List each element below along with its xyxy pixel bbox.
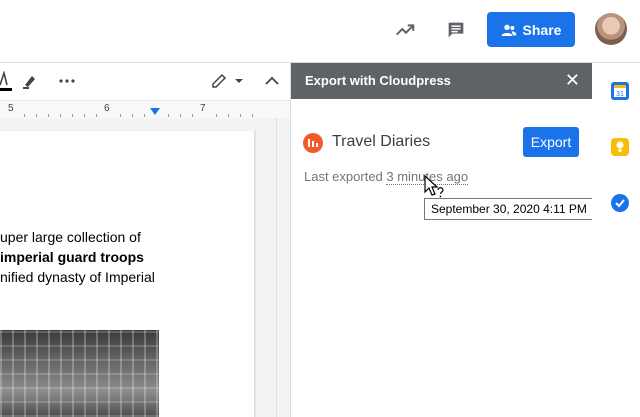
export-button[interactable]: Export <box>523 127 579 157</box>
trending-icon[interactable] <box>392 17 418 43</box>
panel-title: Export with Cloudpress <box>305 73 451 88</box>
mouse-cursor-icon <box>424 174 444 204</box>
edit-mode-icon[interactable] <box>210 71 246 91</box>
ruler[interactable]: 5 6 7 <box>0 100 290 119</box>
collapse-icon[interactable] <box>262 71 282 91</box>
people-icon <box>501 24 516 36</box>
calendar-icon[interactable]: 31 <box>611 82 629 100</box>
comment-icon[interactable] <box>443 17 469 43</box>
keep-icon[interactable] <box>611 138 629 156</box>
top-bar: Share <box>0 0 640 62</box>
share-label: Share <box>522 21 562 38</box>
avatar[interactable] <box>595 13 627 45</box>
panel-header: Export with Cloudpress ✕ <box>291 63 592 99</box>
document-title: Travel Diaries <box>332 133 431 150</box>
ruler-label: 6 <box>104 103 110 114</box>
more-icon[interactable] <box>56 71 78 91</box>
ruler-label: 7 <box>200 103 206 114</box>
last-exported-prefix: Last exported <box>304 169 387 184</box>
tasks-icon[interactable] <box>611 194 629 212</box>
text-color-icon[interactable] <box>0 71 12 91</box>
document-scrollbar[interactable] <box>276 118 291 417</box>
doc-text-line[interactable]: nified dynasty of Imperial <box>0 269 155 285</box>
cloudpress-panel: Export with Cloudpress ✕ Travel Diaries … <box>290 63 593 417</box>
close-icon[interactable]: ✕ <box>565 70 580 91</box>
document-image[interactable] <box>0 330 159 417</box>
cloudpress-logo-icon <box>303 133 323 153</box>
formatting-toolbar <box>0 63 290 99</box>
doc-text-line-bold[interactable]: imperial guard troops <box>0 249 144 265</box>
svg-text:31: 31 <box>616 91 624 98</box>
timestamp-tooltip: September 30, 2020 4:11 PM <box>424 198 594 220</box>
share-button[interactable]: Share <box>487 12 575 47</box>
highlight-icon[interactable] <box>20 71 40 91</box>
side-rail: 31 <box>592 63 640 417</box>
doc-text-line[interactable]: uper large collection of <box>0 229 141 245</box>
ruler-label: 5 <box>8 103 14 114</box>
indent-marker[interactable] <box>150 108 160 115</box>
